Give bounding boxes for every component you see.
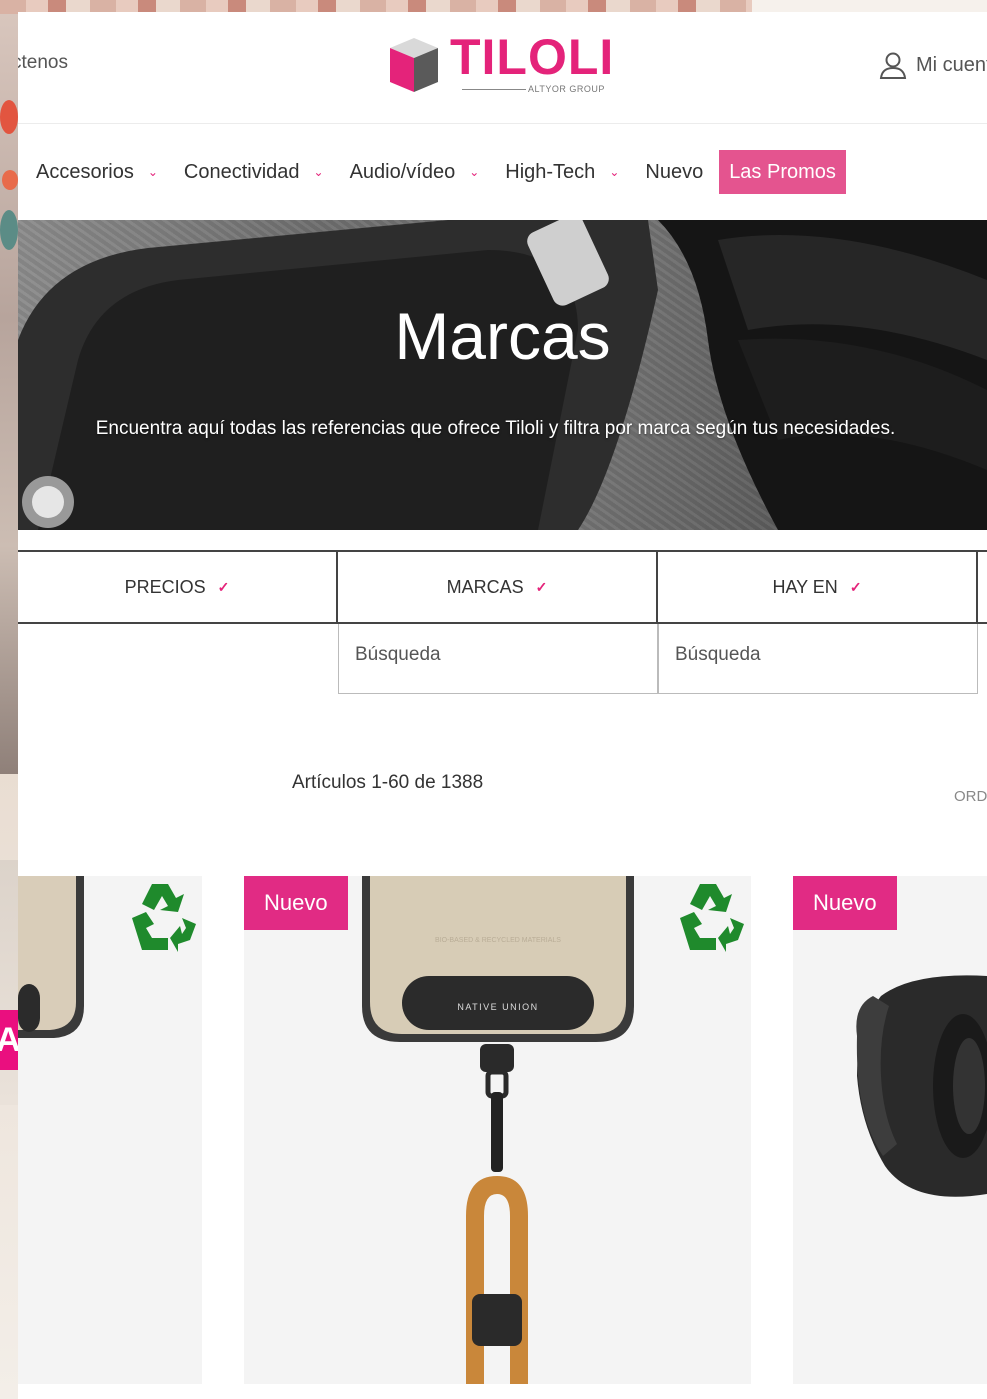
nav-item-label: Audio/vídeo: [349, 160, 456, 183]
product-image: [856, 975, 987, 1197]
product-card[interactable]: Nuevo: [793, 876, 987, 1384]
background-flower: [0, 100, 18, 134]
filter-hay-en[interactable]: HAY EN ✓: [658, 552, 978, 622]
background-right-area: [752, 0, 987, 12]
background-leaf: [0, 210, 18, 250]
nav-item-conectividad[interactable]: Conectividad ⌄: [184, 161, 324, 184]
site-header: ctenos TILOLI ALTYOR GROUP Mi cuenta: [18, 12, 987, 124]
filter-marcas[interactable]: MARCAS ✓: [338, 552, 658, 622]
chevron-down-icon: ⌄: [313, 165, 324, 179]
product-card[interactable]: [18, 876, 202, 1384]
logo-wordmark: TILOLI: [450, 29, 615, 85]
account-link[interactable]: Mi cuenta: [878, 50, 987, 80]
nav-item-audio-video[interactable]: Audio/vídeo ⌄: [350, 161, 480, 184]
chevron-down-icon: ✓: [849, 578, 862, 595]
cube-logo-icon: [390, 38, 438, 92]
user-icon: [879, 52, 907, 79]
filter-label: MARCAS: [446, 576, 524, 597]
chevron-down-icon: ⌄: [469, 165, 480, 179]
product-material-text: BIO-BASED & RECYCLED MATERIALS: [435, 937, 561, 944]
nav-item-accesorios[interactable]: Accesorios ⌄: [36, 161, 158, 184]
chevron-down-icon: ⌄: [609, 165, 620, 179]
filter-label: HAY EN: [772, 576, 838, 597]
logo-divider: [462, 89, 526, 90]
nav-item-high-tech[interactable]: High-Tech ⌄: [505, 161, 619, 184]
hero-banner: Marcas Encuentra aquí todas las referenc…: [18, 220, 987, 530]
nav-item-promos[interactable]: Las Promos: [719, 150, 846, 194]
recycle-icon: [132, 884, 196, 952]
new-badge: Nuevo: [244, 876, 348, 930]
hero-phone-image: [18, 220, 987, 530]
nav-item-label: High-Tech: [505, 160, 596, 183]
filter-label: PRECIOS: [124, 576, 206, 597]
logo-tagline: ALTYOR GROUP: [528, 84, 605, 94]
sort-dropdown[interactable]: ORD: [954, 788, 987, 805]
new-badge: Nuevo: [793, 876, 897, 930]
product-card[interactable]: NATIVE UNION BIO-BASED & RECYCLED MATERI…: [244, 876, 751, 1384]
hay-en-search-input[interactable]: Búsqueda: [658, 624, 978, 694]
product-brand-text: NATIVE UNION: [457, 1002, 538, 1012]
page-title: Marcas: [394, 299, 611, 373]
nav-item-nuevo[interactable]: Nuevo: [645, 161, 703, 184]
filter-search-row: Búsqueda Búsqueda: [338, 624, 978, 694]
main-navigation: Accesorios ⌄ Conectividad ⌄ Audio/vídeo …: [18, 124, 987, 220]
background-pink-tag: A: [0, 1010, 20, 1070]
chevron-down-icon: ⌄: [147, 165, 158, 179]
account-label: Mi cuenta: [916, 53, 987, 76]
chevron-down-icon: ✓: [217, 578, 230, 595]
filter-precios[interactable]: PRECIOS ✓: [18, 552, 338, 622]
recycle-icon: [680, 884, 744, 952]
chevron-down-icon: ✓: [535, 578, 548, 595]
site-logo[interactable]: TILOLI ALTYOR GROUP: [384, 29, 624, 98]
contact-link[interactable]: ctenos: [18, 52, 68, 74]
nav-item-label: Conectividad: [183, 160, 300, 183]
background-flower: [2, 170, 18, 190]
nav-item-label: Nuevo: [645, 160, 704, 183]
nav-item-label: Accesorios: [36, 160, 134, 183]
results-count: Artículos 1-60 de 1388: [292, 772, 484, 793]
hero-subtitle: Encuentra aquí todas las referencias que…: [95, 418, 896, 439]
website-panel: ctenos TILOLI ALTYOR GROUP Mi cuenta Acc…: [18, 12, 987, 1399]
marcas-search-input[interactable]: Búsqueda: [338, 624, 658, 694]
product-grid: NATIVE UNION BIO-BASED & RECYCLED MATERI…: [18, 876, 987, 1386]
filter-bar: PRECIOS ✓ MARCAS ✓ HAY EN ✓: [18, 550, 987, 624]
